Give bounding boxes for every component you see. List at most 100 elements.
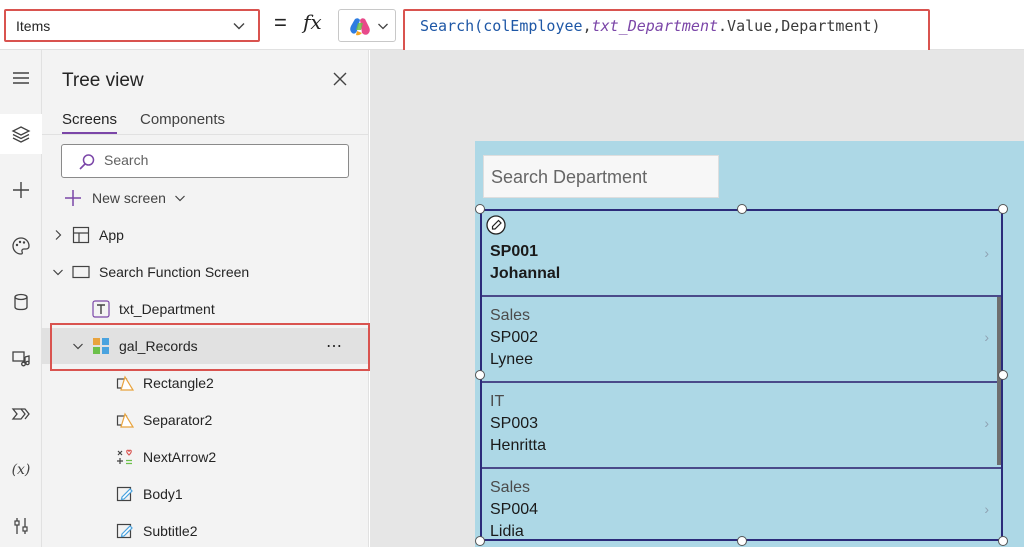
tree-item-label: App	[99, 227, 124, 243]
fx-icon[interactable]: fx	[303, 10, 322, 34]
next-arrow-icon[interactable]: ›	[984, 329, 989, 345]
gallery-item-body: Lynee	[490, 351, 533, 368]
label-edit-icon	[116, 486, 133, 502]
tree-view-layers-icon[interactable]	[0, 114, 42, 154]
resize-handle[interactable]	[998, 370, 1008, 380]
tree-item-label: Subtitle2	[143, 523, 198, 539]
gallery-item-title: Sales	[490, 479, 531, 496]
chevron-down-icon[interactable]	[72, 340, 84, 352]
formula-input[interactable]: Search(colEmployee,txt_Department.Value,…	[403, 9, 930, 55]
property-value: Items	[16, 17, 51, 34]
tree-item-label: NextArrow2	[143, 449, 217, 465]
gallery-item-subtitle: SP002	[490, 329, 539, 346]
chevron-down-icon[interactable]	[52, 266, 64, 278]
tree-item-label: gal_Records	[119, 338, 198, 354]
formula-token: ,	[582, 17, 592, 35]
equals-sign: =	[274, 10, 287, 35]
property-dropdown[interactable]: Items	[4, 9, 260, 42]
gallery-scrollbar[interactable]	[997, 297, 1001, 465]
gallery-item[interactable]: Sales SP004 Lidia ›	[482, 469, 1001, 540]
tree-item-search-function-screen[interactable]: Search Function Screen	[42, 254, 369, 290]
hamburger-menu-icon[interactable]	[0, 58, 42, 98]
gallery-item-subtitle: SP003	[490, 415, 539, 432]
gallery-gal-records[interactable]: SP001 Johannal › Sales SP002 Lynee › IT …	[480, 209, 1003, 541]
resize-handle[interactable]	[998, 536, 1008, 546]
formula-token: txt_Department	[591, 17, 719, 35]
resize-handle[interactable]	[737, 204, 747, 214]
icons-icon	[117, 449, 132, 465]
tree-item-body1[interactable]: Body1	[42, 476, 369, 512]
screen-icon	[72, 265, 90, 279]
gallery-icon	[93, 338, 109, 354]
next-arrow-icon[interactable]: ›	[984, 245, 989, 261]
app-grid-icon	[72, 226, 90, 244]
chevron-down-icon	[378, 23, 388, 30]
chevron-down-icon	[233, 23, 245, 30]
gallery-item[interactable]: IT SP003 Henritta ›	[482, 383, 1001, 469]
edit-icon[interactable]	[486, 215, 506, 235]
media-icon[interactable]	[0, 338, 42, 378]
resize-handle[interactable]	[998, 204, 1008, 214]
tree-search-box[interactable]	[61, 144, 349, 178]
shape-icon	[116, 412, 134, 428]
resize-handle[interactable]	[475, 370, 485, 380]
left-rail: (x)	[0, 50, 42, 547]
tree-item-rectangle2[interactable]: Rectangle2	[42, 365, 369, 401]
advanced-tools-icon[interactable]	[0, 506, 42, 546]
tree-item-separator2[interactable]: Separator2	[42, 402, 369, 438]
text-input-icon	[92, 300, 110, 318]
formula-token: colEmployee	[483, 17, 583, 35]
insert-plus-icon[interactable]	[0, 170, 42, 210]
gallery-item-subtitle: SP004	[490, 501, 539, 518]
tree-item-label: Rectangle2	[143, 375, 214, 391]
next-arrow-icon[interactable]: ›	[984, 415, 989, 431]
chevron-right-icon[interactable]	[52, 229, 64, 241]
search-icon	[79, 154, 95, 170]
tree-item-label: Separator2	[143, 412, 213, 428]
gallery-item-title: Sales	[490, 307, 531, 324]
tab-screens[interactable]: Screens	[62, 111, 118, 135]
copilot-button[interactable]	[338, 9, 396, 42]
variables-icon[interactable]: (x)	[0, 450, 42, 490]
label-edit-icon	[116, 523, 133, 539]
next-arrow-icon[interactable]: ›	[984, 501, 989, 517]
search-department-input[interactable]: Search Department	[483, 155, 719, 198]
power-automate-icon[interactable]	[0, 394, 42, 434]
tree-item-gal-records[interactable]: gal_Records ⋯	[42, 328, 369, 364]
tree-view-title: Tree view	[62, 70, 144, 91]
new-screen-button[interactable]: New screen	[64, 187, 186, 209]
canvas-area: Search Department SP001 Johannal › Sales…	[370, 50, 1024, 547]
theme-palette-icon[interactable]	[0, 226, 42, 266]
tree-item-subtitle2[interactable]: Subtitle2	[42, 513, 369, 547]
chevron-down-icon	[174, 195, 185, 202]
formula-bar: Items = fx Search(colEmployee,txt_Depart…	[0, 0, 1024, 55]
shape-icon	[116, 375, 134, 391]
tree-view-panel: Tree view Screens Components New screen …	[42, 50, 369, 547]
app-screen[interactable]: Search Department SP001 Johannal › Sales…	[475, 141, 1024, 547]
resize-handle[interactable]	[737, 536, 747, 546]
more-options-icon[interactable]: ⋯	[326, 336, 343, 356]
tree-item-app[interactable]: App	[42, 217, 369, 253]
gallery-item-body: Johannal	[490, 265, 561, 282]
tree-search-input[interactable]	[104, 152, 334, 168]
tab-components[interactable]: Components	[140, 111, 225, 128]
plus-icon	[65, 190, 81, 206]
tree-item-label: txt_Department	[119, 301, 215, 317]
gallery-item[interactable]: Sales SP002 Lynee ›	[482, 297, 1001, 383]
gallery-item[interactable]: SP001 Johannal ›	[482, 211, 1001, 297]
formula-token: .Value,Department)	[718, 17, 881, 35]
formula-token: Search(	[420, 17, 484, 35]
new-screen-label: New screen	[92, 190, 166, 206]
data-cylinder-icon[interactable]	[0, 282, 42, 322]
gallery-item-body: Lidia	[490, 523, 524, 540]
gallery-item-title: IT	[490, 393, 505, 410]
resize-handle[interactable]	[475, 204, 485, 214]
tree-item-label: Body1	[143, 486, 183, 502]
close-icon[interactable]	[331, 70, 349, 88]
resize-handle[interactable]	[475, 536, 485, 546]
tree-item-nextarrow2[interactable]: NextArrow2	[42, 439, 369, 475]
gallery-item-subtitle: SP001	[490, 243, 539, 260]
tab-divider	[42, 134, 369, 135]
tree-item-txt-department[interactable]: txt_Department	[42, 291, 369, 327]
copilot-icon	[350, 18, 370, 36]
